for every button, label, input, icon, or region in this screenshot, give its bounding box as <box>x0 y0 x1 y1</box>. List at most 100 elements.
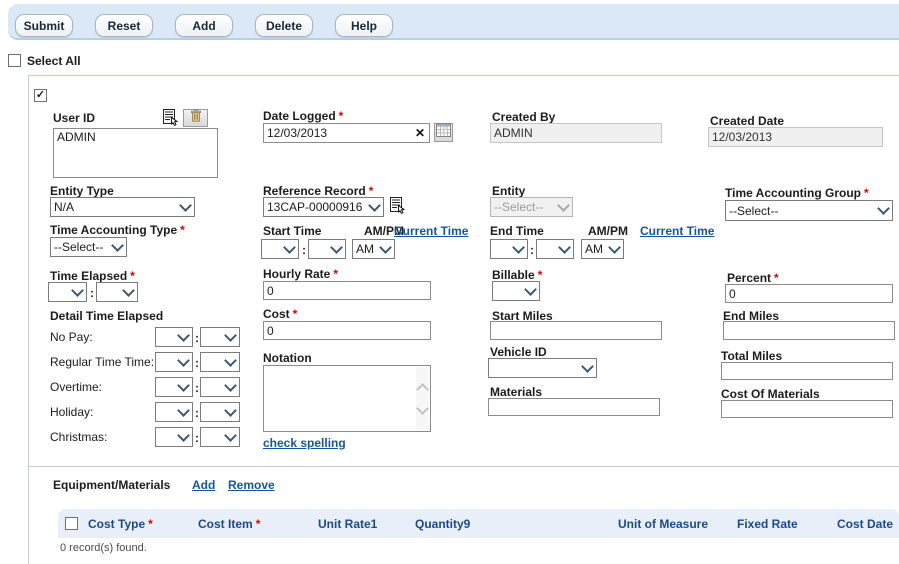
chevron-down-icon <box>177 329 190 342</box>
record-checkbox[interactable]: ✓ <box>34 89 47 102</box>
toolbar: Submit Reset Add Delete Help <box>8 4 899 40</box>
notation-label: Notation <box>263 351 312 365</box>
reference-record-label: Reference Record* <box>263 184 373 198</box>
time-separator: : <box>195 406 199 420</box>
required-marker: * <box>256 517 261 531</box>
holiday-minute-select[interactable] <box>200 402 240 422</box>
end-ampm-select[interactable]: AM <box>581 239 624 259</box>
end-time-label: End Time <box>490 224 544 238</box>
total-miles-input[interactable] <box>721 362 893 380</box>
time-accounting-form-page: Submit Reset Add Delete Help Select All … <box>0 0 899 564</box>
detail-time-elapsed-label: Detail Time Elapsed <box>50 309 163 323</box>
chevron-down-icon <box>177 354 190 367</box>
no-pay-hour-select[interactable] <box>155 327 193 347</box>
chevron-down-icon <box>177 404 190 417</box>
end-miles-input[interactable] <box>723 321 895 340</box>
vehicle-id-select[interactable] <box>488 358 597 378</box>
materials-label: Materials <box>490 385 542 399</box>
billable-label: Billable* <box>492 268 542 282</box>
overtime-label: Overtime: <box>50 380 102 394</box>
equipment-remove-link[interactable]: Remove <box>228 478 275 492</box>
start-miles-input[interactable] <box>490 321 662 340</box>
select-all-checkbox[interactable] <box>8 54 21 67</box>
chevron-down-icon <box>581 360 594 373</box>
time-elapsed-minute-select[interactable] <box>96 282 138 302</box>
cost-input[interactable] <box>263 321 431 340</box>
christmas-hour-select[interactable] <box>155 427 193 447</box>
equipment-add-link[interactable]: Add <box>192 478 215 492</box>
no-pay-minute-select[interactable] <box>200 327 240 347</box>
help-button[interactable]: Help <box>335 14 393 37</box>
delete-user-button[interactable] <box>183 109 208 127</box>
chevron-down-icon <box>330 241 343 254</box>
entity-label: Entity <box>492 184 525 198</box>
time-separator: : <box>195 431 199 445</box>
entity-type-label: Entity Type <box>50 184 114 198</box>
time-accounting-type-select[interactable]: --Select-- <box>50 237 127 257</box>
hourly-rate-input[interactable] <box>263 281 431 300</box>
holiday-hour-select[interactable] <box>155 402 193 422</box>
materials-input[interactable] <box>488 398 660 416</box>
chevron-up-icon[interactable] <box>416 383 429 396</box>
chevron-down-icon <box>368 199 381 212</box>
user-id-textarea[interactable]: ADMIN <box>53 128 218 178</box>
percent-label: Percent* <box>727 271 779 285</box>
christmas-label: Christmas: <box>50 430 107 444</box>
calendar-picker-button[interactable] <box>434 123 453 142</box>
overtime-minute-select[interactable] <box>200 377 240 397</box>
end-hour-select[interactable] <box>490 239 528 259</box>
notation-textarea[interactable] <box>263 365 431 432</box>
start-time-label: Start Time <box>263 224 321 238</box>
billable-select[interactable] <box>492 281 540 301</box>
cost-of-materials-input[interactable] <box>721 400 893 418</box>
start-hour-select[interactable] <box>261 239 299 259</box>
entity-select: --Select-- <box>490 197 573 217</box>
created-by-input <box>490 123 662 143</box>
end-current-time-link[interactable]: Current Time <box>640 224 714 238</box>
calendar-icon <box>436 123 451 142</box>
column-cost-item: Cost Item* <box>198 517 260 531</box>
date-logged-input[interactable]: 12/03/2013 ✕ <box>263 123 430 143</box>
percent-input[interactable] <box>725 284 893 303</box>
christmas-minute-select[interactable] <box>200 427 240 447</box>
equipment-select-all-checkbox[interactable] <box>65 517 78 530</box>
check-spelling-link[interactable]: check spelling <box>263 436 346 450</box>
time-separator: : <box>530 243 534 257</box>
overtime-hour-select[interactable] <box>155 377 193 397</box>
start-ampm-select[interactable]: AM <box>352 239 395 259</box>
required-marker: * <box>130 269 135 283</box>
reference-record-select[interactable]: 13CAP-00000916 <box>263 197 384 217</box>
chevron-down-icon <box>224 329 237 342</box>
add-button[interactable]: Add <box>175 14 233 37</box>
time-accounting-group-select[interactable]: --Select-- <box>725 200 893 221</box>
submit-button[interactable]: Submit <box>15 14 73 37</box>
user-id-label: User ID <box>53 111 95 125</box>
chevron-down-icon <box>224 429 237 442</box>
column-unit-of-measure: Unit of Measure <box>618 517 708 531</box>
start-minute-select[interactable] <box>308 239 346 259</box>
entity-type-select[interactable]: N/A <box>50 197 195 217</box>
chevron-down-icon[interactable] <box>416 402 429 415</box>
delete-button[interactable]: Delete <box>255 14 313 37</box>
regular-time-minute-select[interactable] <box>200 352 240 372</box>
time-separator: : <box>195 356 199 370</box>
time-separator: : <box>195 331 199 345</box>
reference-lookup-icon[interactable] <box>390 197 405 219</box>
chevron-down-icon <box>557 199 570 212</box>
end-minute-select[interactable] <box>536 239 574 259</box>
total-miles-label: Total Miles <box>721 349 782 363</box>
regular-time-hour-select[interactable] <box>155 352 193 372</box>
check-icon: ✓ <box>36 89 45 101</box>
time-elapsed-label: Time Elapsed* <box>50 269 135 283</box>
required-marker: * <box>369 184 374 198</box>
notation-scrollbar[interactable] <box>416 367 429 430</box>
time-elapsed-hour-select[interactable] <box>48 282 87 302</box>
reset-button[interactable]: Reset <box>95 14 153 37</box>
chevron-down-icon <box>122 284 135 297</box>
required-marker: * <box>333 267 338 281</box>
required-marker: * <box>774 271 779 285</box>
column-cost-type: Cost Type* <box>88 517 153 531</box>
clear-date-icon[interactable]: ✕ <box>414 126 426 140</box>
start-current-time-link[interactable]: Current Time <box>394 224 468 238</box>
column-fixed-rate: Fixed Rate <box>737 517 798 531</box>
